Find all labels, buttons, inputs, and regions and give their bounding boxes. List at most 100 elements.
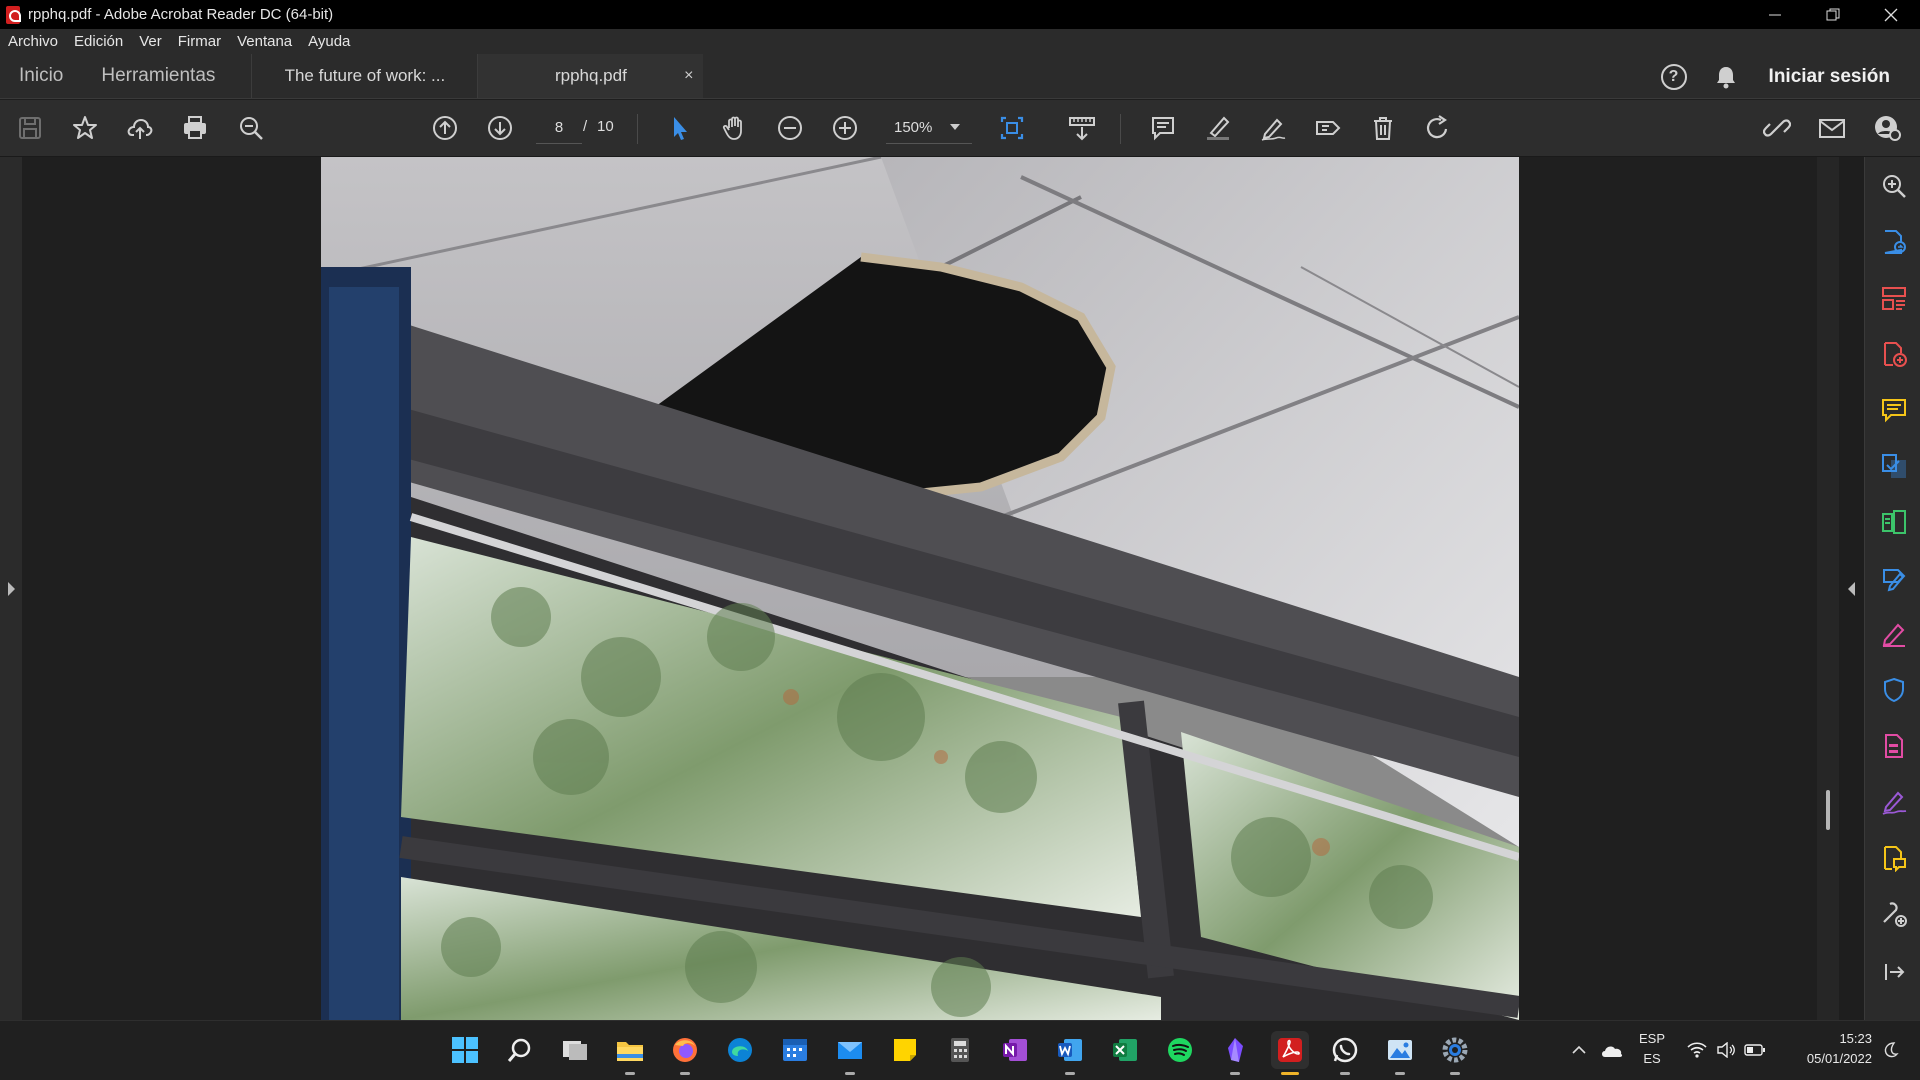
menu-bar: Archivo Edición Ver Firmar Ventana Ayuda: [0, 29, 1920, 54]
close-icon: [1884, 8, 1898, 21]
show-hidden-icons-chevron-icon[interactable]: [1566, 1031, 1592, 1069]
hand-icon[interactable]: [719, 112, 751, 144]
edge-icon[interactable]: [721, 1031, 759, 1069]
document-view[interactable]: [22, 157, 1817, 1020]
wifi-icon[interactable]: [1684, 1031, 1710, 1069]
notification-bell-icon[interactable]: [1713, 64, 1739, 90]
mail-icon[interactable]: [1816, 112, 1848, 144]
rotate-icon[interactable]: [1422, 112, 1454, 144]
organize-pages-icon[interactable]: [1879, 283, 1909, 313]
export-pdf-icon[interactable]: [1879, 227, 1909, 257]
menu-ventana[interactable]: Ventana: [237, 33, 292, 50]
send-review-icon[interactable]: [1879, 843, 1909, 873]
page-number-input[interactable]: 8: [536, 112, 582, 144]
search-zoom-icon[interactable]: [1879, 171, 1909, 201]
language-indicator-top[interactable]: ESP: [1630, 1031, 1674, 1046]
save-icon[interactable]: [14, 112, 46, 144]
menu-ver[interactable]: Ver: [139, 33, 162, 50]
collapse-icon[interactable]: [1879, 957, 1909, 987]
pdf-page-photo: [321, 157, 1519, 1020]
zoom-out-icon[interactable]: [774, 112, 806, 144]
collapse-right-pane-icon[interactable]: [1848, 582, 1855, 596]
cloud-upload-icon[interactable]: [124, 112, 156, 144]
windows-start-icon[interactable]: [446, 1031, 484, 1069]
redact-icon[interactable]: [1879, 731, 1909, 761]
whatsapp-icon[interactable]: [1326, 1031, 1364, 1075]
page-up-icon[interactable]: [429, 112, 461, 144]
draw-icon[interactable]: [1257, 112, 1289, 144]
star-icon[interactable]: [69, 112, 101, 144]
document-tab-rpphq[interactable]: rpphq.pdf ×: [477, 54, 704, 98]
edit-pdf-icon[interactable]: [1879, 563, 1909, 593]
search-icon[interactable]: [501, 1031, 539, 1069]
word-icon[interactable]: [1051, 1031, 1089, 1075]
compress-icon[interactable]: [1879, 507, 1909, 537]
photos-icon[interactable]: [1381, 1031, 1419, 1075]
menu-archivo[interactable]: Archivo: [8, 33, 58, 50]
zoom-in-icon[interactable]: [829, 112, 861, 144]
tab-close-icon[interactable]: ×: [684, 67, 693, 85]
scrollbar-thumb[interactable]: [1826, 790, 1830, 830]
page-down-icon[interactable]: [484, 112, 516, 144]
fit-page-icon[interactable]: [996, 112, 1028, 144]
window-controls: [1746, 0, 1920, 29]
task-view-icon[interactable]: [556, 1031, 594, 1069]
running-indicator: [1395, 1072, 1405, 1075]
delete-icon[interactable]: [1367, 112, 1399, 144]
document-tab-future-of-work[interactable]: The future of work: ...: [251, 54, 477, 98]
onenote-icon[interactable]: [996, 1031, 1034, 1069]
page-total: 10: [597, 118, 614, 135]
select-arrow-icon[interactable]: [664, 112, 696, 144]
menu-ayuda[interactable]: Ayuda: [308, 33, 350, 50]
tab-herramientas[interactable]: Herramientas: [82, 54, 251, 98]
close-window-button[interactable]: [1862, 0, 1920, 29]
battery-icon[interactable]: [1742, 1031, 1768, 1069]
obsidian-icon[interactable]: [1216, 1031, 1254, 1075]
language-indicator-bottom[interactable]: ES: [1630, 1051, 1674, 1066]
minimize-button[interactable]: [1746, 0, 1804, 29]
highlight-icon[interactable]: [1202, 112, 1234, 144]
account-icon[interactable]: [1871, 112, 1903, 144]
zoom-search-icon[interactable]: [235, 112, 267, 144]
acrobat-icon[interactable]: [1271, 1031, 1309, 1075]
settings-icon[interactable]: [1436, 1031, 1474, 1075]
calculator-icon[interactable]: [941, 1031, 979, 1069]
share-link-icon[interactable]: [1761, 112, 1793, 144]
stamp-icon[interactable]: [1312, 112, 1344, 144]
calendar-icon[interactable]: [776, 1031, 814, 1069]
volume-icon[interactable]: [1713, 1031, 1739, 1069]
spotify-icon[interactable]: [1161, 1031, 1199, 1069]
running-indicator: [845, 1072, 855, 1075]
clock-time[interactable]: 15:23: [1782, 1031, 1872, 1046]
running-indicator: [1230, 1072, 1240, 1075]
firefox-icon[interactable]: [666, 1031, 704, 1075]
scroll-mode-icon[interactable]: [1066, 112, 1098, 144]
file-explorer-icon[interactable]: [611, 1031, 649, 1075]
zoom-dropdown-caret-icon[interactable]: [950, 124, 960, 130]
more-tools-icon[interactable]: [1879, 899, 1909, 929]
print-icon[interactable]: [179, 112, 211, 144]
clock-date[interactable]: 05/01/2022: [1782, 1051, 1872, 1066]
tab-inicio[interactable]: Inicio: [0, 54, 82, 98]
focus-assist-moon-icon[interactable]: [1876, 1031, 1906, 1069]
menu-firmar[interactable]: Firmar: [178, 33, 221, 50]
request-signature-icon[interactable]: [1879, 787, 1909, 817]
vertical-scrollbar[interactable]: [1817, 157, 1839, 1020]
mail-icon[interactable]: [831, 1031, 869, 1075]
excel-icon[interactable]: [1106, 1031, 1144, 1069]
restore-button[interactable]: [1804, 0, 1862, 29]
sign-in-link[interactable]: Iniciar sesión: [1769, 66, 1890, 88]
expand-left-pane-icon[interactable]: [8, 582, 15, 596]
comment-icon[interactable]: [1147, 112, 1179, 144]
windows-taskbar: ESP ES 15:23 05/01/2022: [0, 1020, 1920, 1080]
onedrive-cloud-icon[interactable]: [1597, 1031, 1627, 1069]
create-pdf-icon[interactable]: [1879, 339, 1909, 369]
protect-icon[interactable]: [1879, 675, 1909, 705]
menu-edicion[interactable]: Edición: [74, 33, 123, 50]
help-icon[interactable]: ?: [1660, 63, 1687, 90]
sticky-notes-icon[interactable]: [886, 1031, 924, 1069]
fill-sign-icon[interactable]: [1879, 619, 1909, 649]
comment-icon[interactable]: [1879, 395, 1909, 425]
running-indicator: [625, 1072, 635, 1075]
combine-files-icon[interactable]: [1879, 451, 1909, 481]
